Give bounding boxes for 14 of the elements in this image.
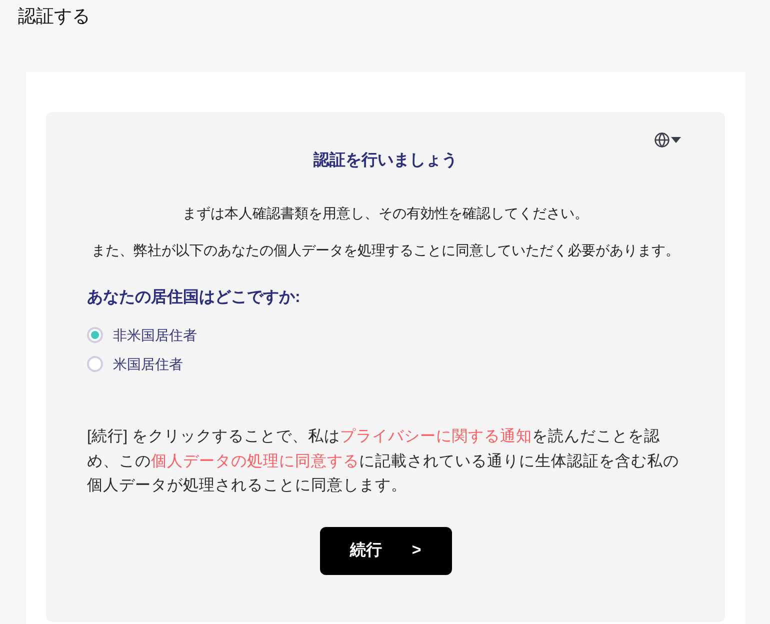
radio-button[interactable] bbox=[87, 327, 103, 343]
radio-label[interactable]: 米国居住者 bbox=[113, 354, 183, 374]
page-title: 認証する bbox=[18, 5, 90, 28]
language-button[interactable] bbox=[654, 132, 681, 148]
consent-text: [続行] をクリックすることで、私はプライバシーに関する通知 を読んだことを認め、この個人データの処理に同意する に記載されている通りに生体認証を含む私の個人データが処理されることに同意します。 bbox=[87, 427, 680, 496]
radio-label[interactable]: 非米国居住者 bbox=[113, 325, 197, 345]
intro-text: まずは本人確認書類を用意し、その有効性を確認してください。 bbox=[182, 204, 588, 223]
globe-icon bbox=[654, 132, 670, 148]
radio-button[interactable] bbox=[87, 356, 103, 372]
continue-button[interactable]: 続行 > bbox=[320, 526, 452, 574]
caret-icon bbox=[671, 137, 681, 143]
residency-question: あなたの居住国はどこですか: bbox=[87, 288, 300, 308]
card-heading: 認証を行いましょう bbox=[314, 150, 458, 171]
intro-text: また、弊社が以下のあなたの個人データを処理することに同意していただく必要があります。 bbox=[92, 241, 680, 260]
